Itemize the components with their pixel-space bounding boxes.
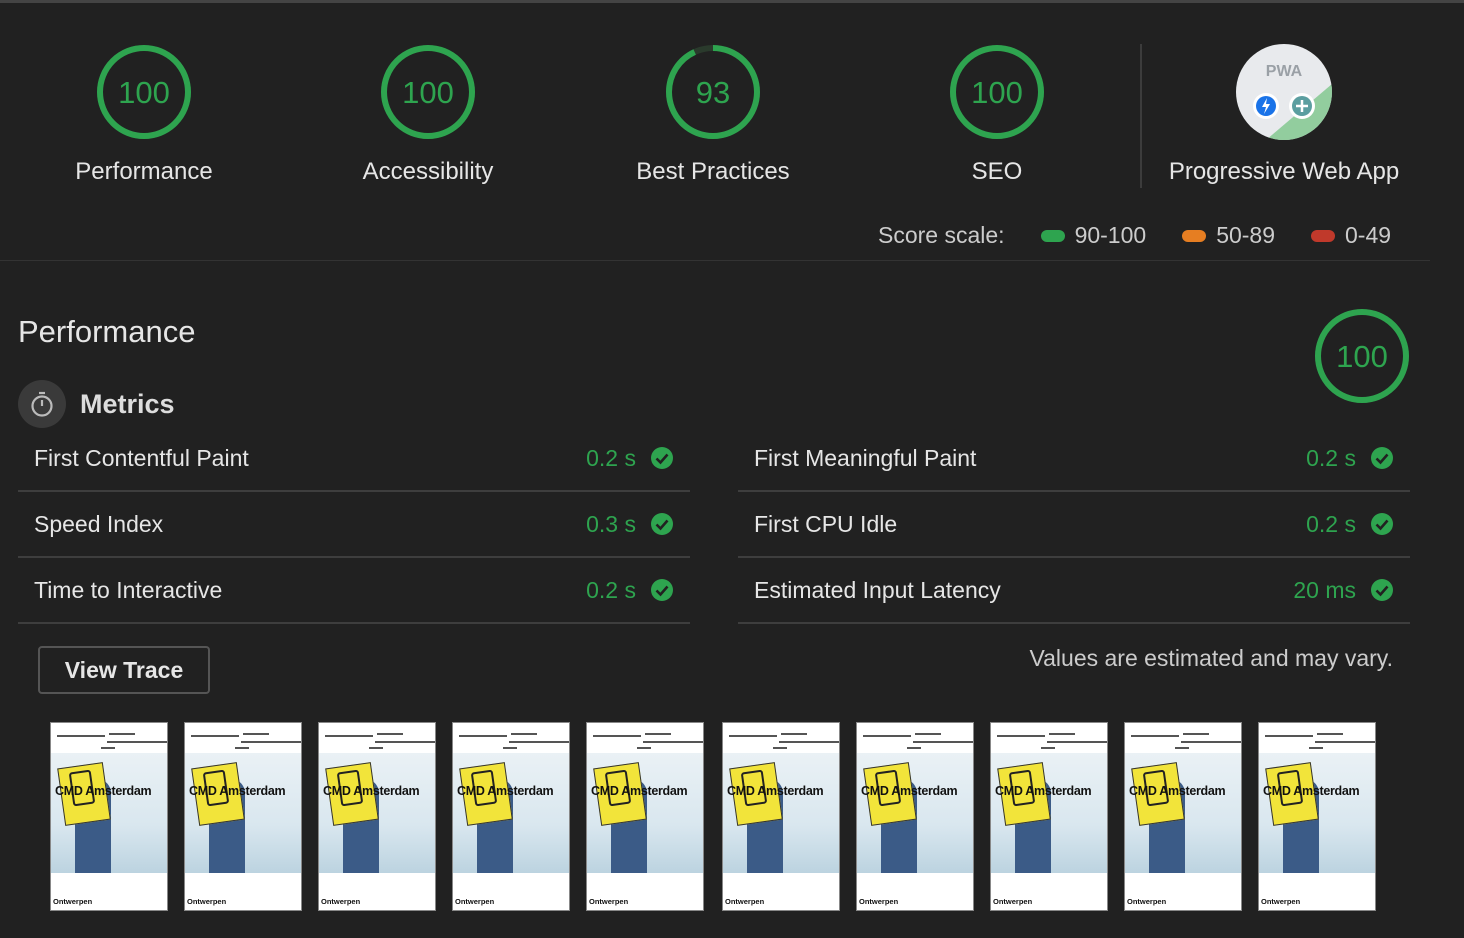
gauge-ring: 100 [950, 45, 1044, 139]
metric-row: First CPU Idle 0.2 s [738, 492, 1410, 558]
metric-row: First Contentful Paint 0.2 s [18, 426, 690, 492]
filmstrip-frame: CMD Amsterdam Ontwerpen [50, 722, 168, 911]
frame-title: CMD Amsterdam [323, 784, 420, 798]
frame-footer: Ontwerpen [187, 897, 227, 906]
filmstrip-frame: CMD Amsterdam Ontwerpen [586, 722, 704, 911]
pass-pill-icon [1040, 229, 1065, 242]
metric-value: 20 ms [1293, 576, 1356, 603]
filmstrip-frame: CMD Amsterdam Ontwerpen [722, 722, 840, 911]
metric-row: First Meaningful Paint 0.2 s [738, 426, 1410, 492]
metric-name: First Contentful Paint [34, 444, 249, 471]
gauge-ring: 93 [666, 45, 760, 139]
pass-check-icon [1371, 447, 1393, 469]
metrics-column-left: First Contentful Paint 0.2 s Speed Index… [18, 426, 690, 624]
gauge-ring: 100 [381, 45, 475, 139]
pwa-badge-text: PWA [1266, 63, 1303, 80]
gauge-score: 100 [402, 75, 454, 110]
metric-row: Time to Interactive 0.2 s [18, 558, 690, 624]
metric-value: 0.3 s [586, 510, 636, 537]
section-divider [0, 260, 1430, 261]
metric-name: Estimated Input Latency [754, 576, 1001, 603]
estimate-note: Values are estimated and may vary. [1029, 645, 1394, 671]
metric-name: Time to Interactive [34, 576, 223, 603]
gauge-pwa[interactable]: PWA Progressive Web App [1164, 44, 1404, 186]
metrics-column-right: First Meaningful Paint 0.2 s First CPU I… [738, 426, 1410, 624]
frame-title: CMD Amsterdam [55, 784, 152, 798]
filmstrip-frame: CMD Amsterdam Ontwerpen [856, 722, 974, 911]
filmstrip-frame: CMD Amsterdam Ontwerpen [1124, 722, 1242, 911]
gauge-performance[interactable]: 100 Performance [24, 44, 264, 186]
pass-check-icon [651, 447, 673, 469]
score-scale: Score scale: 90-100 50-89 0-49 [878, 222, 1391, 249]
stopwatch-icon [18, 380, 66, 428]
gauge-accessibility[interactable]: 100 Accessibility [308, 44, 548, 186]
score-range-fail: 0-49 [1345, 222, 1392, 248]
metric-row: Estimated Input Latency 20 ms [738, 558, 1410, 624]
performance-score: 100 [1336, 339, 1388, 374]
top-divider [0, 0, 1464, 3]
gauge-label: Performance [75, 158, 213, 185]
filmstrip: CMD Amsterdam Ontwerpen CMD Amsterdam Ontwe… [50, 722, 1380, 912]
metrics-header: Metrics [18, 380, 175, 428]
metric-value: 0.2 s [1306, 510, 1356, 537]
gauge-label: Best Practices [636, 158, 790, 185]
average-pill-icon [1182, 229, 1207, 242]
metric-name: First Meaningful Paint [754, 444, 977, 471]
view-trace-button[interactable]: View Trace [38, 646, 210, 694]
gauge-divider [1140, 44, 1142, 188]
pwa-badge-icon: PWA [1236, 44, 1332, 140]
gauge-seo[interactable]: 100 SEO [877, 44, 1117, 186]
frame-footer: Ontwerpen [53, 897, 93, 906]
gauge-ring: 100 [97, 45, 191, 139]
gauge-best-practices[interactable]: 93 Best Practices [593, 44, 833, 186]
frame-footer: Ontwerpen [455, 897, 495, 906]
frame-title: CMD Amsterdam [861, 784, 958, 798]
filmstrip-frame: CMD Amsterdam Ontwerpen [318, 722, 436, 911]
filmstrip-frame: CMD Amsterdam Ontwerpen [990, 722, 1108, 911]
frame-title: CMD Amsterdam [995, 784, 1092, 798]
frame-footer: Ontwerpen [1261, 897, 1301, 906]
score-range-average: 50-89 [1216, 222, 1276, 248]
score-scale-label: Score scale: [878, 222, 1005, 248]
score-range-pass: 90-100 [1074, 222, 1147, 248]
fail-pill-icon [1311, 229, 1336, 242]
frame-footer: Ontwerpen [725, 897, 765, 906]
frame-title: CMD Amsterdam [457, 784, 554, 798]
metric-name: First CPU Idle [754, 510, 898, 537]
metrics-title: Metrics [80, 388, 175, 419]
pass-check-icon [1371, 579, 1393, 601]
gauge-score: 100 [118, 75, 170, 110]
pass-check-icon [651, 513, 673, 535]
metric-value: 0.2 s [1306, 444, 1356, 471]
frame-title: CMD Amsterdam [189, 784, 286, 798]
frame-footer: Ontwerpen [859, 897, 899, 906]
frame-title: CMD Amsterdam [591, 784, 688, 798]
frame-footer: Ontwerpen [1127, 897, 1167, 906]
frame-footer: Ontwerpen [321, 897, 361, 906]
frame-footer: Ontwerpen [993, 897, 1033, 906]
frame-title: CMD Amsterdam [1263, 784, 1360, 798]
pwa-label: Progressive Web App [1168, 158, 1400, 185]
filmstrip-frame: CMD Amsterdam Ontwerpen [184, 722, 302, 911]
performance-score-gauge: 100 [1314, 308, 1410, 409]
pass-check-icon [1371, 513, 1393, 535]
metric-value: 0.2 s [586, 444, 636, 471]
gauge-score: 93 [696, 75, 730, 110]
pass-check-icon [651, 579, 673, 601]
filmstrip-frame: CMD Amsterdam Ontwerpen [452, 722, 570, 911]
gauge-score: 100 [971, 75, 1023, 110]
metric-name: Speed Index [34, 510, 164, 537]
metric-value: 0.2 s [586, 576, 636, 603]
section-title: Performance [18, 314, 196, 349]
gauge-label: Accessibility [362, 158, 494, 185]
gauge-label: SEO [971, 158, 1023, 185]
filmstrip-frame: CMD Amsterdam Ontwerpen [1258, 722, 1376, 911]
metric-row: Speed Index 0.3 s [18, 492, 690, 558]
frame-title: CMD Amsterdam [1129, 784, 1226, 798]
frame-footer: Ontwerpen [589, 897, 629, 906]
frame-title: CMD Amsterdam [727, 784, 824, 798]
